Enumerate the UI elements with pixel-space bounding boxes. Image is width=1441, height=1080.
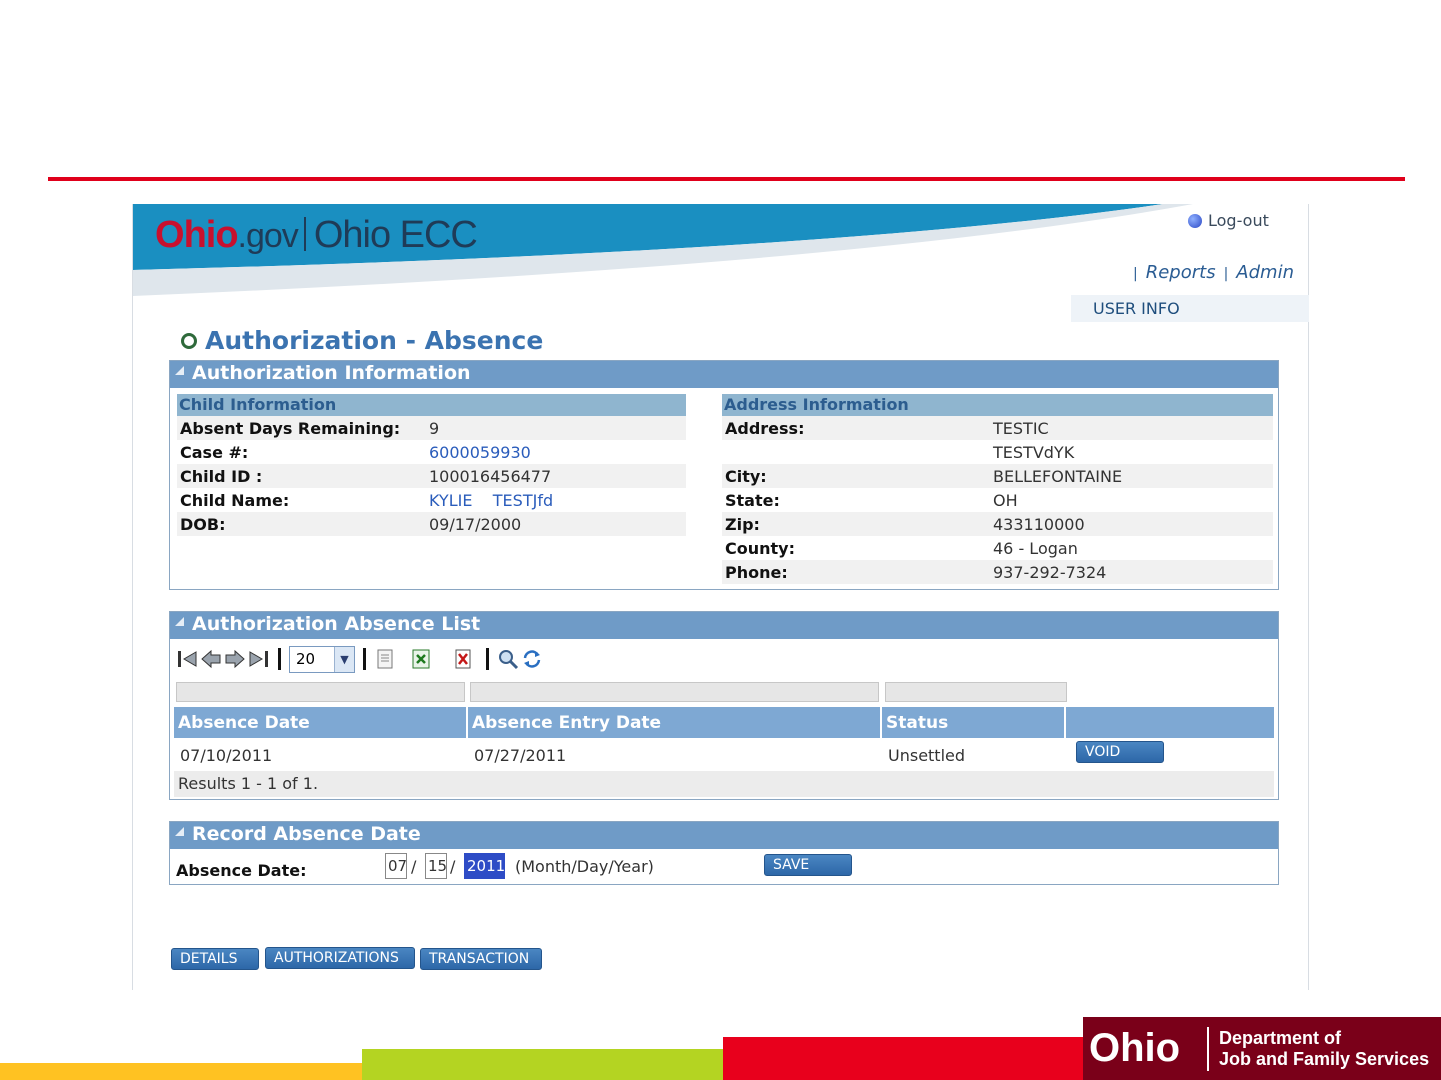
- page-title: Authorization - Absence: [181, 326, 543, 355]
- user-info-tab[interactable]: USER INFO: [1071, 295, 1309, 322]
- info-row: DOB: 09/17/2000: [177, 512, 686, 536]
- first-page-icon[interactable]: [176, 648, 198, 670]
- column-absence-date[interactable]: Absence Date: [174, 707, 468, 738]
- logout-bullet-icon: [1188, 213, 1202, 228]
- odjfs-logo: Ohio Department of Job and Family Servic…: [1083, 1017, 1441, 1080]
- cell-status: Unsettled: [888, 745, 966, 765]
- child-information: Child Information Absent Days Remaining:…: [177, 394, 686, 536]
- info-row: Zip: 433110000: [722, 512, 1273, 536]
- toolbar-separator: [486, 648, 489, 670]
- grid-toolbar: 20 ▼: [176, 644, 543, 674]
- info-row: Child Name: KYLIE TESTJfd: [180, 490, 554, 510]
- toolbar-separator: [278, 648, 281, 670]
- chevron-down-icon: ▼: [334, 646, 354, 672]
- transaction-button[interactable]: TRANSACTION: [420, 948, 542, 970]
- panel-title: Record Absence Date: [170, 822, 1278, 849]
- info-row: Absent Days Remaining: 9: [177, 416, 686, 440]
- child-name-link[interactable]: KYLIE TESTJfd: [429, 491, 553, 510]
- record-absence-panel: Record Absence Date Absence Date: 07 / 1…: [169, 821, 1279, 885]
- app-window: Ohio.gov Ohio ECC Log-out | Reports | Admin …: [132, 204, 1309, 990]
- search-icon[interactable]: [497, 648, 519, 670]
- results-summary: Results 1 - 1 of 1.: [174, 771, 1274, 797]
- info-row: Address: TESTIC: [722, 416, 1273, 440]
- previous-page-icon[interactable]: [200, 648, 222, 670]
- footer-yellow-stripe: [0, 1063, 362, 1080]
- grid-header: Absence Date Absence Entry Date Status: [174, 707, 1274, 738]
- month-input[interactable]: 07: [385, 853, 407, 879]
- column-action: [1066, 707, 1274, 738]
- app-name: Ohio ECC: [313, 214, 478, 256]
- info-row: City: BELLEFONTAINE: [722, 464, 1273, 488]
- case-number-link[interactable]: 6000059930: [429, 443, 531, 462]
- page-size-select[interactable]: 20 ▼: [289, 645, 355, 673]
- admin-link[interactable]: Admin: [1236, 262, 1294, 283]
- info-row: Phone: 937-292-7324: [722, 560, 1273, 584]
- info-row: State: OH: [725, 490, 1018, 510]
- date-format-hint: (Month/Day/Year): [515, 857, 654, 876]
- authorizations-button[interactable]: AUTHORIZATIONS: [265, 947, 415, 969]
- bullet-ring-icon: [181, 332, 197, 349]
- excel-export-icon[interactable]: [410, 648, 432, 670]
- refresh-icon[interactable]: [521, 648, 543, 670]
- save-button[interactable]: SAVE: [764, 854, 852, 876]
- day-input[interactable]: 15: [425, 853, 447, 879]
- ohio-gov-logo[interactable]: Ohio.gov Ohio ECC: [155, 214, 478, 257]
- address-information: Address Information Address: TESTIC TESTV…: [722, 394, 1273, 584]
- top-rule: [48, 177, 1405, 181]
- logout-link[interactable]: Log-out: [1188, 211, 1269, 230]
- footer-bar: Ohio Department of Job and Family Servic…: [0, 1017, 1441, 1080]
- child-info-heading: Child Information: [177, 394, 686, 416]
- info-row: County: 46 - Logan: [725, 538, 1078, 558]
- info-row: Child ID :100016456477: [177, 464, 686, 488]
- filter-absence-date[interactable]: [176, 682, 465, 702]
- address-info-heading: Address Information: [722, 394, 1273, 416]
- panel-title: Authorization Information: [170, 361, 1278, 388]
- pdf-export-icon[interactable]: [452, 648, 474, 670]
- reports-link[interactable]: Reports: [1146, 262, 1216, 283]
- filter-entry-date[interactable]: [470, 682, 879, 702]
- footer-red-stripe: [723, 1037, 1083, 1080]
- filter-status[interactable]: [885, 682, 1067, 702]
- toolbar-separator: [363, 648, 366, 670]
- next-page-icon[interactable]: [224, 648, 246, 670]
- absence-list-panel: Authorization Absence List 20 ▼ Absence …: [169, 611, 1279, 800]
- authorization-information-panel: Authorization Information Child Informat…: [169, 360, 1279, 590]
- footer-green-stripe: [362, 1049, 723, 1080]
- details-button[interactable]: DETAILS: [171, 948, 259, 970]
- info-row: Case #: 6000059930: [180, 442, 531, 462]
- void-button[interactable]: VOID: [1076, 741, 1164, 763]
- top-nav-links: | Reports | Admin: [1133, 262, 1294, 283]
- absence-date-row: Absence Date:: [176, 860, 307, 880]
- document-icon[interactable]: [374, 648, 396, 670]
- year-input[interactable]: 2011: [464, 853, 505, 879]
- panel-title: Authorization Absence List: [170, 612, 1278, 639]
- column-status[interactable]: Status: [882, 707, 1066, 738]
- column-entry-date[interactable]: Absence Entry Date: [468, 707, 882, 738]
- info-row: TESTVdYK: [993, 442, 1075, 462]
- cell-absence-date: 07/10/2011: [180, 745, 273, 765]
- last-page-icon[interactable]: [248, 648, 270, 670]
- cell-entry-date: 07/27/2011: [474, 745, 567, 765]
